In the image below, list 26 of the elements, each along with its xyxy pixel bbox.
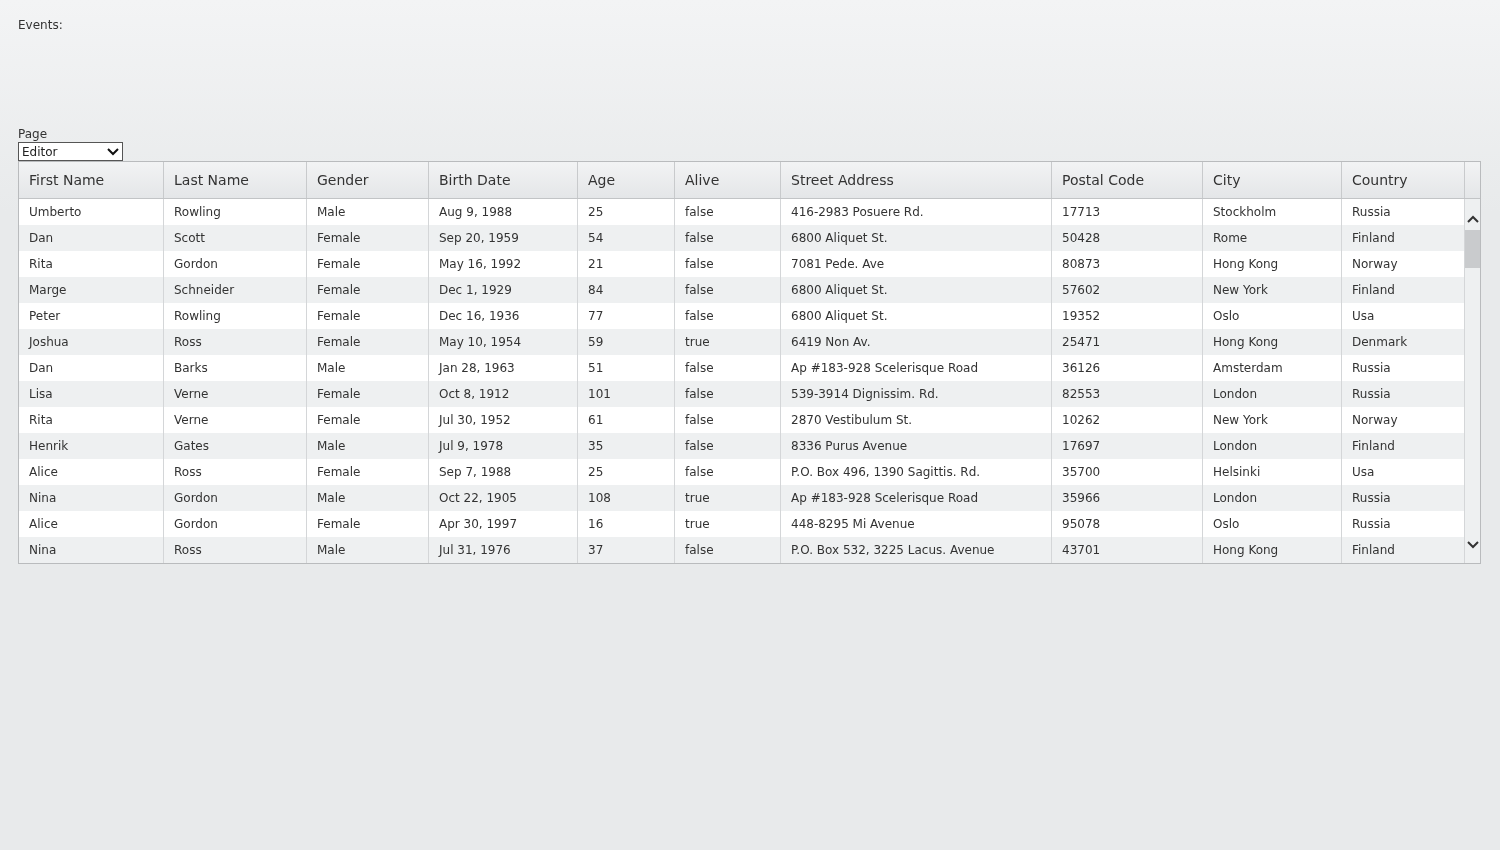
table-cell: P.O. Box 532, 3225 Lacus. Avenue [781,537,1052,563]
table-cell: false [675,537,781,563]
table-cell: Jul 31, 1976 [429,537,578,563]
column-header[interactable]: Last Name [164,162,307,198]
table-cell: Male [307,537,429,563]
column-header[interactable]: Age [578,162,675,198]
caret-icon [107,147,119,156]
column-header[interactable]: Gender [307,162,429,198]
page-label: Page [18,126,49,142]
column-header[interactable]: Birth Date [429,162,578,198]
column-header[interactable]: City [1203,162,1342,198]
page-dropdown[interactable]: Editor [18,142,123,161]
column-header[interactable]: Alive [675,162,781,198]
table-cell: Ross [164,537,307,563]
scroll-down-icon[interactable] [1466,541,1479,549]
column-header[interactable]: Street Address [781,162,1052,198]
table-cell: 43701 [1052,537,1203,563]
table-cell: 37 [578,537,675,563]
events-label: Events: [18,17,64,33]
scrollbar[interactable] [1465,199,1480,563]
scroll-up-icon[interactable] [1466,215,1479,223]
column-header[interactable]: First Name [19,162,164,198]
column-header[interactable]: Postal Code [1052,162,1203,198]
scrollbar-thumb[interactable] [1465,230,1480,268]
table-cell: Nina [19,537,164,563]
table-cell: Hong Kong [1203,537,1342,563]
